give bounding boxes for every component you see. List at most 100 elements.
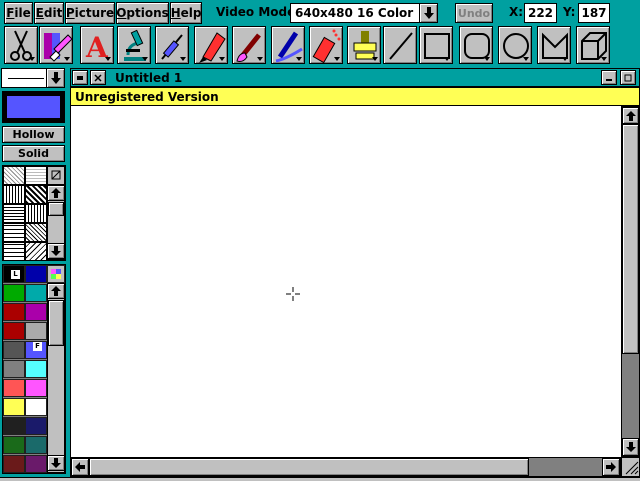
arrow-down-icon[interactable] <box>47 243 65 259</box>
tool-spraycan[interactable] <box>309 26 343 64</box>
arrow-up-icon[interactable] <box>47 283 65 299</box>
tool-brush[interactable] <box>232 26 266 64</box>
horizontal-scroll-track[interactable] <box>529 458 602 476</box>
current-color-swatch[interactable] <box>2 91 65 123</box>
menu-picture[interactable]: Picture <box>65 2 115 24</box>
dropdown-indicator <box>444 57 450 61</box>
tool-rounded-rectangle[interactable] <box>459 26 493 64</box>
close-icon[interactable] <box>90 70 106 85</box>
drawing-canvas[interactable] <box>70 106 621 457</box>
pattern-swatch[interactable] <box>25 166 47 185</box>
minimize-button[interactable] <box>601 70 617 85</box>
hollow-button[interactable]: Hollow <box>2 126 65 143</box>
color-swatch[interactable] <box>3 398 25 416</box>
pattern-swatch[interactable] <box>25 242 47 261</box>
solid-button[interactable]: Solid <box>2 145 65 162</box>
color-swatch[interactable] <box>25 417 47 435</box>
menu-edit-mnemonic: E <box>35 6 44 20</box>
tool-stamp[interactable] <box>347 26 381 64</box>
color-swatch[interactable] <box>3 455 25 473</box>
chevron-down-icon[interactable] <box>419 4 437 22</box>
arrow-left-icon[interactable] <box>71 458 89 476</box>
line-icon <box>389 32 413 60</box>
arrow-up-icon[interactable] <box>622 107 639 124</box>
color-swatch[interactable] <box>3 322 25 340</box>
pattern-swatch[interactable] <box>3 166 25 185</box>
line-width-select[interactable] <box>1 68 65 88</box>
video-mode-select[interactable]: 640x480 16 Color <box>290 3 438 23</box>
pattern-swatch[interactable] <box>3 242 25 261</box>
vertical-scroll-track[interactable] <box>622 354 639 438</box>
color-swatch[interactable] <box>25 436 47 454</box>
color-swatch[interactable] <box>25 303 47 321</box>
pattern-swatch[interactable] <box>3 223 25 242</box>
undo-button[interactable]: Undo <box>455 3 493 23</box>
chevron-down-icon[interactable] <box>46 69 64 87</box>
unregistered-banner: Unregistered Version <box>70 87 640 106</box>
current-color-fill <box>7 96 60 118</box>
pattern-swatch[interactable] <box>25 223 47 242</box>
unregistered-text: Unregistered Version <box>75 90 219 104</box>
pattern-swatch[interactable] <box>25 204 47 223</box>
menu-help[interactable]: Help <box>170 2 202 24</box>
line-width-sample <box>8 78 44 79</box>
color-swatch[interactable] <box>3 436 25 454</box>
pattern-swatch[interactable] <box>3 204 25 223</box>
color-swatch[interactable] <box>25 265 47 283</box>
tool-roller[interactable] <box>271 26 305 64</box>
arrow-right-icon[interactable] <box>602 458 620 476</box>
color-swatch[interactable] <box>3 360 25 378</box>
color-palette: L F <box>2 264 66 474</box>
maximize-button[interactable] <box>620 70 636 85</box>
color-swatch[interactable] <box>25 455 47 473</box>
menu-options[interactable]: Options <box>116 2 169 24</box>
pattern-swatch[interactable] <box>25 185 47 204</box>
color-swatch[interactable] <box>3 303 25 321</box>
color-swatch[interactable] <box>25 284 47 302</box>
vertical-scroll-thumb[interactable] <box>622 124 639 354</box>
arrow-up-icon[interactable] <box>47 185 65 201</box>
menu-edit[interactable]: Edit <box>34 2 64 24</box>
color-swatch[interactable] <box>25 322 47 340</box>
tool-cube[interactable] <box>576 26 610 64</box>
pattern-scroll-thumb[interactable] <box>48 202 64 216</box>
dropdown-indicator <box>105 57 111 61</box>
dropdown-indicator <box>29 57 35 61</box>
tool-rectangle[interactable] <box>419 26 453 64</box>
pattern-palette <box>2 165 66 261</box>
tool-eraser[interactable] <box>39 26 73 64</box>
menu-file[interactable]: File <box>4 2 33 24</box>
menu-picture-mnemonic: P <box>65 6 75 20</box>
pattern-swatch[interactable] <box>3 185 25 204</box>
tool-scissors[interactable] <box>4 26 38 64</box>
tool-ellipse[interactable] <box>498 26 532 64</box>
tool-bar: A <box>0 26 640 66</box>
menu-options-label: ptions <box>126 6 169 20</box>
color-swatch[interactable] <box>25 360 47 378</box>
color-swatch[interactable] <box>3 341 25 359</box>
palette-options-button[interactable] <box>47 265 65 283</box>
color-swatch[interactable] <box>3 417 25 435</box>
tool-line[interactable] <box>383 26 417 64</box>
color-swatch[interactable] <box>25 398 47 416</box>
resize-grip-icon[interactable] <box>621 457 640 477</box>
tool-microscope[interactable] <box>117 26 151 64</box>
arrow-down-icon[interactable] <box>47 455 65 471</box>
palette-scroll-thumb[interactable] <box>48 300 64 346</box>
vertical-scrollbar[interactable] <box>621 106 640 457</box>
system-menu-button[interactable] <box>72 70 88 85</box>
color-swatch[interactable] <box>3 284 25 302</box>
color-swatch[interactable] <box>3 379 25 397</box>
tool-polygon[interactable] <box>537 26 571 64</box>
tool-syringe[interactable] <box>155 26 189 64</box>
tool-text[interactable]: A <box>80 26 114 64</box>
dropdown-indicator <box>180 57 186 61</box>
horizontal-scroll-thumb[interactable] <box>89 458 529 476</box>
dropdown-indicator <box>601 57 607 61</box>
left-panel: Hollow Solid L F <box>0 66 68 481</box>
color-swatch[interactable] <box>25 379 47 397</box>
tool-marker[interactable] <box>194 26 228 64</box>
pattern-options-button[interactable] <box>47 166 65 185</box>
horizontal-scrollbar[interactable] <box>70 457 621 477</box>
arrow-down-icon[interactable] <box>622 438 639 456</box>
